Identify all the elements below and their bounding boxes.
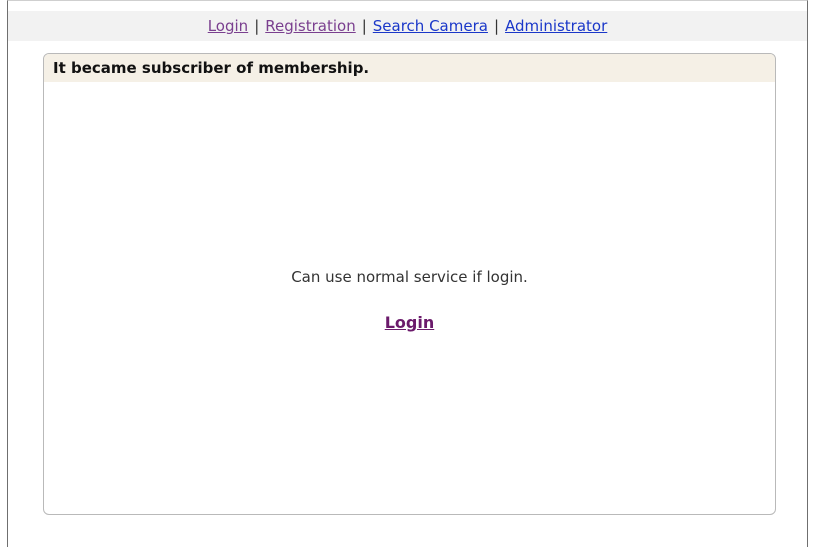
membership-result-panel: It became subscriber of membership. Can … [43, 53, 776, 515]
nav-administrator-link[interactable]: Administrator [505, 17, 607, 35]
panel-title: It became subscriber of membership. [44, 54, 775, 82]
nav-login-link[interactable]: Login [208, 17, 248, 35]
login-link[interactable]: Login [385, 313, 435, 332]
panel-login-container: Login [44, 313, 775, 332]
nav-search-camera-link[interactable]: Search Camera [373, 17, 488, 35]
top-navigation: Login | Registration | Search Camera | Adminis… [8, 11, 807, 41]
nav-separator: | [361, 17, 367, 35]
nav-registration-link[interactable]: Registration [265, 17, 355, 35]
nav-separator: | [493, 17, 500, 35]
nav-separator: | [254, 17, 260, 35]
panel-message: Can use normal service if login. [291, 268, 528, 286]
